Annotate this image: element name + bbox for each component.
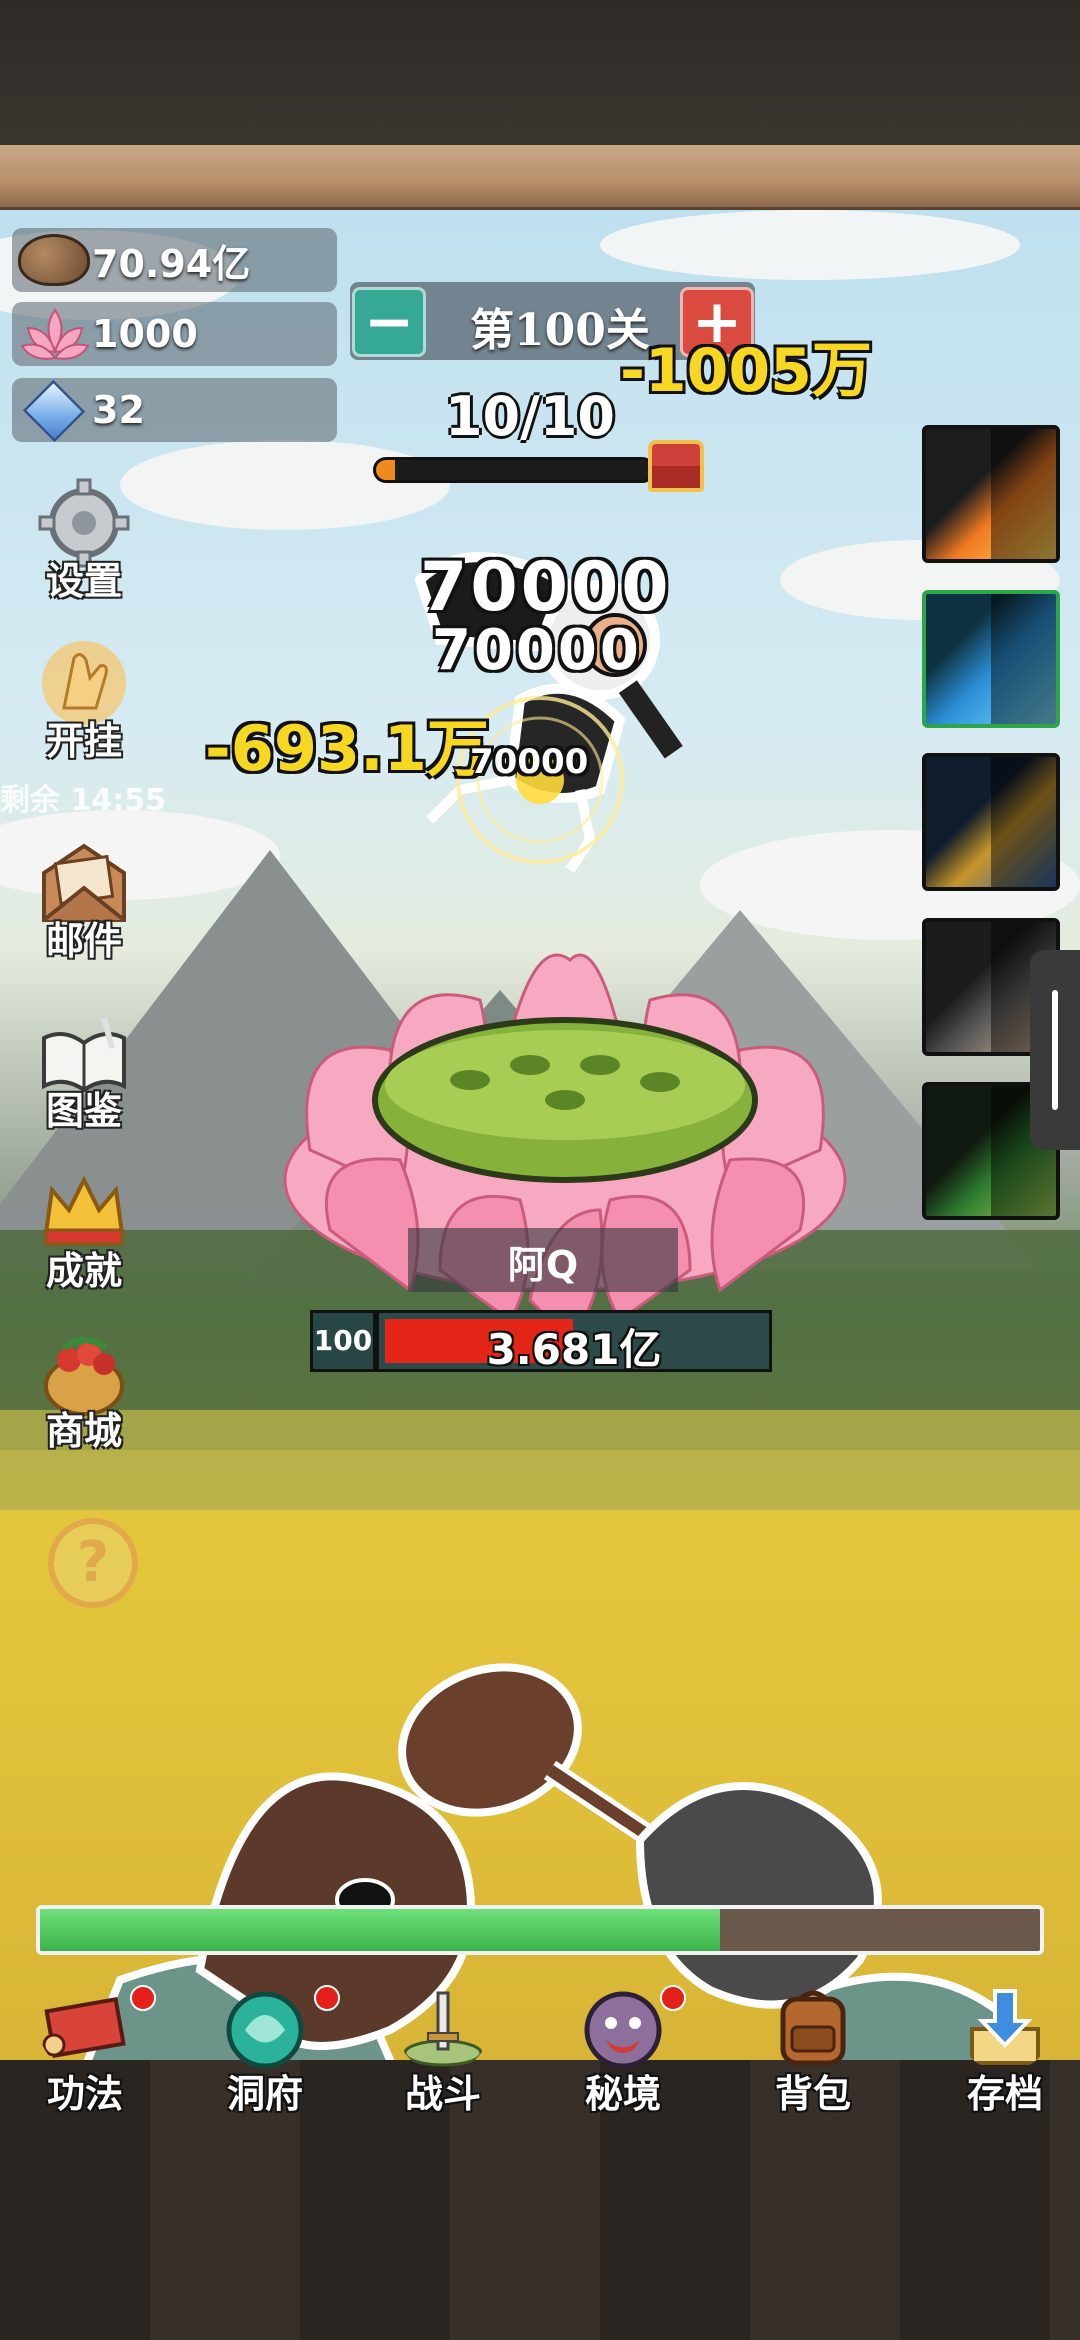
backpack-icon xyxy=(780,1990,846,2066)
spirit-stone-value: 70.94亿 xyxy=(92,241,251,286)
enemy-hp-value: 3.681亿 xyxy=(486,1325,662,1374)
help-button[interactable]: ? xyxy=(48,1518,138,1608)
damage-number: -693.1万 xyxy=(205,712,489,785)
achievements-button[interactable]: 成就 xyxy=(14,1160,154,1300)
hit-number: 70000 xyxy=(420,548,672,627)
nav-cave-label: 洞府 xyxy=(226,2072,303,2116)
cloud xyxy=(120,440,450,530)
cooldown-overlay xyxy=(991,594,1056,724)
nav-skills-label: 功法 xyxy=(46,2072,123,2116)
cooldown-overlay xyxy=(991,429,1056,559)
scroll-icon xyxy=(42,1996,126,2059)
download-arrow-icon xyxy=(970,1989,1040,2065)
settings-label: 设置 xyxy=(45,559,122,603)
wave-progress-bar xyxy=(373,457,655,483)
shop-button[interactable]: 商城 xyxy=(14,1320,154,1460)
previous-stage-button[interactable]: − xyxy=(352,287,426,357)
cave-portal-icon xyxy=(226,1991,304,2069)
crystal-counter: 32 xyxy=(12,378,337,443)
lotus-pedestal xyxy=(283,953,847,1343)
notification-dot xyxy=(660,1985,686,2011)
cloud xyxy=(600,210,1020,280)
battle-scene xyxy=(0,210,1080,2060)
nav-battle[interactable]: 战斗 xyxy=(368,1985,518,2120)
notification-dot xyxy=(314,1985,340,2011)
enemy-level: 100 xyxy=(310,1310,376,1372)
lotus-value: 1000 xyxy=(92,312,198,356)
skill-slot-fire[interactable] xyxy=(922,425,1060,563)
achievements-label: 成就 xyxy=(45,1249,122,1293)
nav-cave[interactable]: 洞府 xyxy=(190,1985,340,2120)
hit-number: 70000 xyxy=(470,742,589,782)
settings-button[interactable]: 设置 xyxy=(14,470,154,610)
nav-backpack-label: 背包 xyxy=(774,2072,851,2116)
hit-number: 70000 xyxy=(432,618,642,683)
spirit-stone-counter: 70.94亿 xyxy=(12,228,337,292)
mail-button[interactable]: 邮件 xyxy=(14,830,154,970)
wave-counter: 10/10 xyxy=(444,385,615,448)
codex-button[interactable]: 图鉴 xyxy=(14,1000,154,1140)
shop-label: 商城 xyxy=(45,1409,122,1453)
demon-face-icon xyxy=(584,1991,662,2069)
lotus-counter: 1000 xyxy=(12,302,337,366)
sword-icon xyxy=(403,1991,483,2067)
wood-frame xyxy=(0,145,1080,210)
bottom-nav-bar xyxy=(0,2060,1080,2340)
damage-number: -1005万 xyxy=(620,336,872,406)
afk-timer: 剩余 14:55 xyxy=(0,783,166,818)
skill-slot-water[interactable] xyxy=(922,590,1060,728)
skill-slot-gold[interactable] xyxy=(922,753,1060,891)
nav-skills[interactable]: 功法 xyxy=(10,1985,160,2120)
auto-battle-label: 开挂 xyxy=(45,719,122,763)
notification-dot xyxy=(130,1985,156,2011)
enemy-name: 阿Q xyxy=(507,1243,579,1287)
player-progress-fill xyxy=(40,1909,720,1951)
nav-save[interactable]: 存档 xyxy=(930,1985,1080,2120)
skill-panel-handle[interactable] xyxy=(1030,950,1080,1150)
nav-secret-realm[interactable]: 秘境 xyxy=(548,1985,698,2120)
crystal-value: 32 xyxy=(92,388,145,432)
nav-battle-label: 战斗 xyxy=(404,2072,481,2116)
treasure-chest-icon[interactable] xyxy=(648,440,704,492)
nav-save-label: 存档 xyxy=(966,2072,1043,2116)
spirit-stone-icon xyxy=(12,228,92,292)
mail-label: 邮件 xyxy=(45,919,122,963)
crystal-icon xyxy=(12,378,92,443)
wave-progress-fill xyxy=(376,460,396,480)
player-hands xyxy=(83,1663,1037,2060)
lotus-icon xyxy=(12,302,92,366)
player-progress-bar xyxy=(36,1905,1044,1955)
cooldown-overlay xyxy=(991,757,1056,887)
nav-secret-realm-label: 秘境 xyxy=(584,2072,661,2116)
auto-battle-button[interactable]: 开挂 xyxy=(14,630,154,770)
codex-label: 图鉴 xyxy=(45,1089,122,1133)
nav-backpack[interactable]: 背包 xyxy=(738,1985,888,2120)
